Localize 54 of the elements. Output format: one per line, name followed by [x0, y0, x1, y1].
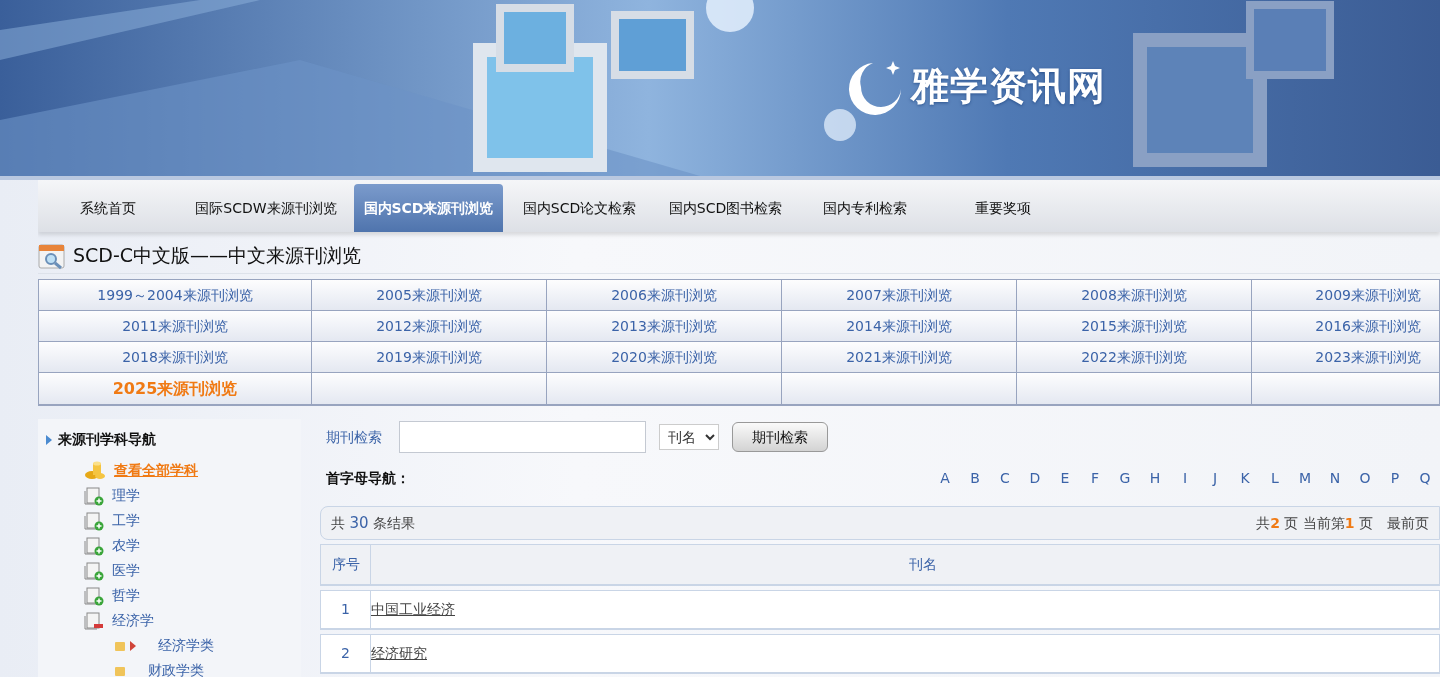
search-button[interactable]: 期刊检索 — [732, 422, 828, 452]
search-label: 期刊检索 — [325, 427, 383, 447]
letter-link[interactable]: I — [1170, 467, 1200, 489]
folder-icon — [114, 664, 126, 677]
table-cell: 1 — [321, 591, 371, 628]
letter-link[interactable]: F — [1080, 467, 1110, 489]
page-info: 共2 页 当前第1 页 — [1256, 513, 1373, 533]
triangle-icon — [46, 434, 52, 445]
letter-link[interactable]: M — [1290, 467, 1320, 489]
subject-link[interactable]: 理学 — [112, 485, 140, 506]
nav-tab[interactable]: 国内SCD图书检索 — [656, 184, 795, 232]
letter-link[interactable]: N — [1320, 467, 1350, 489]
subject-link[interactable]: 工学 — [112, 510, 140, 531]
journal-link[interactable]: 中国工业经济 — [371, 599, 455, 620]
letter-link[interactable]: C — [990, 467, 1020, 489]
sidebar-heading: 来源刊学科导航 — [58, 430, 156, 449]
letter-link[interactable]: D — [1020, 467, 1050, 489]
nav-tab[interactable]: 国内专利检索 — [795, 184, 935, 232]
column-header: 刊名 — [908, 555, 938, 574]
result-count: 共 30 条结果 — [331, 512, 415, 534]
nav-tab[interactable]: 国内SCD来源刊浏览 — [354, 184, 503, 232]
letter-nav-label: 首字母导航： — [325, 468, 410, 488]
folder-icon — [114, 639, 126, 652]
letter-link[interactable]: J — [1200, 467, 1230, 489]
letter-link[interactable]: H — [1140, 467, 1170, 489]
category-link[interactable]: 财政学类 — [148, 660, 204, 677]
page-title: SCD-C中文版——中文来源刊浏览 — [73, 243, 362, 269]
category-link[interactable]: 经济学类 — [158, 635, 214, 656]
letter-link[interactable]: Q — [1410, 467, 1440, 489]
magnifier-window-icon — [38, 241, 66, 270]
letter-link[interactable]: B — [960, 467, 990, 489]
letter-link[interactable]: E — [1050, 467, 1080, 489]
field-select[interactable]: 刊名 — [659, 424, 719, 450]
nav-tab[interactable]: 重要奖项 — [935, 184, 1070, 232]
coins-icon — [84, 460, 106, 481]
letter-link[interactable]: P — [1380, 467, 1410, 489]
letter-link[interactable]: G — [1110, 467, 1140, 489]
first-page-link[interactable]: 最前页 — [1387, 512, 1429, 534]
letter-link[interactable]: L — [1260, 467, 1290, 489]
subject-link[interactable]: 经济学 — [112, 610, 154, 631]
subject-link[interactable]: 农学 — [112, 535, 140, 556]
nav-tab[interactable]: 国内SCD论文检索 — [503, 184, 656, 232]
journal-link[interactable]: 经济研究 — [371, 643, 427, 664]
subject-link[interactable]: 医学 — [112, 560, 140, 581]
table-cell: 2 — [321, 635, 371, 672]
search-field[interactable] — [399, 421, 646, 453]
nav-tab[interactable]: 系统首页 — [38, 184, 178, 232]
subject-link[interactable]: 哲学 — [112, 585, 140, 606]
nav-tab[interactable]: 国际SCDW来源刊浏览 — [178, 184, 354, 232]
letter-link[interactable]: O — [1350, 467, 1380, 489]
letter-link[interactable]: K — [1230, 467, 1260, 489]
column-header: 序号 — [321, 545, 371, 584]
site-logo-text: 雅学资讯网 — [911, 63, 1106, 110]
letter-link[interactable]: A — [930, 467, 960, 489]
